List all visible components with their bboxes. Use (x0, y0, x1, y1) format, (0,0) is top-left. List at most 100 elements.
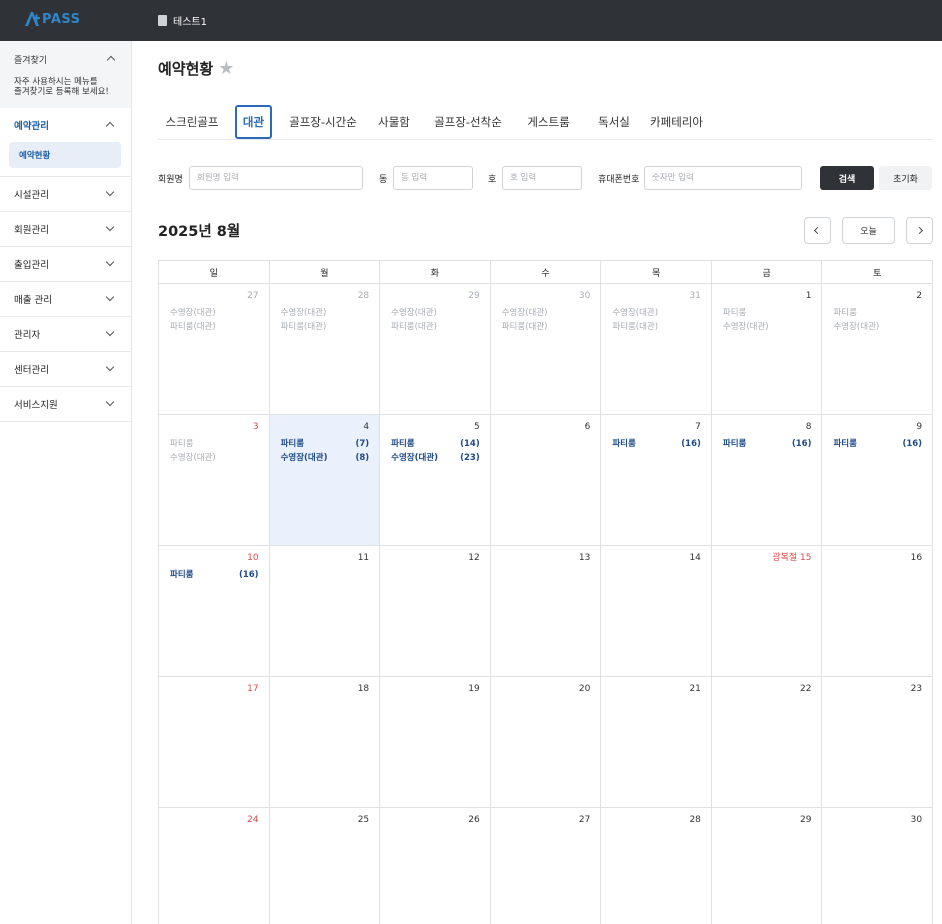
calendar-day[interactable]: 26 (380, 808, 491, 924)
tab[interactable]: 골프장-시간순 (282, 105, 364, 139)
calendar-day[interactable]: 22 (711, 677, 823, 808)
reservation-event[interactable]: 파티룸(대관) (170, 320, 259, 334)
calendar-day[interactable]: 4 파티룸 (7) 수영장(대관) (8) (269, 415, 381, 546)
calendar-day[interactable]: 12 (380, 546, 491, 677)
sidebar-item[interactable]: 센터관리 (0, 352, 131, 386)
star-icon[interactable]: ★ (218, 58, 234, 79)
tab[interactable]: 골프장-선착순 (430, 105, 506, 139)
calendar-day[interactable]: 20 (490, 677, 602, 808)
reservation-event[interactable]: 수영장(대관) (502, 306, 591, 320)
weekday-label: 금 (711, 261, 823, 284)
tab[interactable]: 대관 (235, 105, 272, 139)
reservation-event[interactable]: 파티룸(대관) (391, 320, 480, 334)
calendar-day[interactable]: 29 수영장(대관) 파티룸(대관) (380, 284, 491, 415)
reservation-event[interactable]: 수영장(대관) (391, 306, 480, 320)
sidebar-item[interactable]: 예약관리 (0, 108, 131, 142)
calendar-day[interactable]: 29 (712, 808, 823, 924)
reservation-event[interactable]: 수영장(대관) (170, 451, 259, 465)
calendar-day[interactable]: 24 (159, 808, 270, 924)
reservation-event[interactable]: 수영장(대관) (723, 320, 812, 334)
tab[interactable]: 게스트룸 (523, 105, 574, 139)
reservation-event[interactable]: 파티룸 (16) (833, 437, 922, 451)
reservation-event[interactable]: 파티룸 (170, 437, 259, 451)
reservation-event[interactable]: 파티룸 (7) (281, 437, 370, 451)
sidebar-item[interactable]: 회원관리 (0, 212, 131, 246)
day-number: 29 (468, 291, 480, 301)
calendar-day[interactable]: 6 (490, 415, 602, 546)
calendar-day[interactable]: 2 파티룸 수영장(대관) (822, 284, 934, 415)
reservation-event[interactable]: 수영장(대관) (23) (391, 451, 480, 465)
calendar-day[interactable]: 7 파티룸 (16) (601, 415, 712, 546)
calendar-day[interactable]: 25 (270, 808, 381, 924)
calendar-day[interactable]: 28 수영장(대관) 파티룸(대관) (269, 284, 381, 415)
member-name-input[interactable] (189, 166, 363, 190)
reservation-event[interactable]: 파티룸 (16) (723, 437, 812, 451)
chevron-down-icon (105, 187, 115, 197)
calendar-day[interactable]: 5 파티룸 (14) 수영장(대관) (23) (380, 415, 491, 546)
calendar-day[interactable]: 11 (269, 546, 381, 677)
tab[interactable]: 사물함 (374, 105, 414, 139)
facility-tabs: 스크린골프 대관 골프장-시간순 사물함 골프장-선착순 게스트룸 독서실 카페테리아 (158, 105, 932, 140)
calendar-day[interactable]: 광복절 15 (711, 546, 823, 677)
reset-button[interactable]: 초기화 (879, 166, 932, 190)
calendar-day[interactable]: 14 (601, 546, 712, 677)
calendar-day[interactable]: 18 (269, 677, 381, 808)
today-button[interactable]: 오늘 (842, 217, 895, 244)
day-number: 24 (247, 815, 259, 825)
tab[interactable]: 독서실 (589, 105, 639, 139)
day-number: 19 (468, 684, 480, 694)
tab[interactable]: 스크린골프 (158, 105, 226, 139)
calendar-day[interactable]: 28 (601, 808, 712, 924)
calendar-day[interactable]: 13 (490, 546, 602, 677)
calendar-day[interactable]: 27 수영장(대관) 파티룸(대관) (159, 284, 270, 415)
next-month-button[interactable] (906, 217, 933, 244)
ho-input[interactable] (502, 166, 582, 190)
event-name: 파티룸(대관) (612, 322, 659, 332)
reservation-event[interactable]: 파티룸 (723, 306, 812, 320)
calendar-day[interactable]: 31 수영장(대관) 파티룸(대관) (601, 284, 712, 415)
sidebar-item[interactable]: 서비스지원 (0, 387, 131, 421)
sidebar-subitem[interactable]: 예약현황 (9, 142, 121, 168)
reservation-event[interactable]: 파티룸 (16) (170, 568, 259, 582)
sidebar-menu: 예약관리 예약현황시설관리 회원관리 출입관리 매출 관리 관리자 센터관리 서비스지원 (0, 108, 131, 422)
tab[interactable]: 카페테리아 (648, 105, 705, 139)
sidebar-item[interactable]: 관리자 (0, 317, 131, 351)
search-button[interactable]: 검색 (820, 166, 874, 190)
sidebar-item[interactable]: 출입관리 (0, 247, 131, 281)
app-logo[interactable]: PASS (24, 11, 81, 27)
calendar-day[interactable]: 8 파티룸 (16) (711, 415, 823, 546)
reservation-event[interactable]: 수영장(대관) (281, 306, 370, 320)
calendar-day[interactable]: 17 (159, 677, 270, 808)
reservation-event[interactable]: 파티룸 (14) (391, 437, 480, 451)
calendar-day[interactable]: 27 (491, 808, 602, 924)
reservation-event[interactable]: 파티룸(대관) (612, 320, 701, 334)
calendar-day[interactable]: 23 (822, 677, 934, 808)
reservation-event[interactable]: 파티룸 (833, 306, 922, 320)
calendar-day[interactable]: 16 (822, 546, 934, 677)
event-name: 파티룸 (170, 570, 194, 580)
reservation-event[interactable]: 수영장(대관) (612, 306, 701, 320)
sidebar-item[interactable]: 시설관리 (0, 177, 131, 211)
phone-input[interactable] (644, 166, 802, 190)
reservation-event[interactable]: 수영장(대관) (8) (281, 451, 370, 465)
reservation-event[interactable]: 수영장(대관) (170, 306, 259, 320)
sidebar-group: 서비스지원 (0, 387, 131, 422)
calendar-day[interactable]: 19 (380, 677, 491, 808)
reservation-event[interactable]: 수영장(대관) (833, 320, 922, 334)
calendar-day[interactable]: 10 파티룸 (16) (159, 546, 270, 677)
calendar-day[interactable]: 9 파티룸 (16) (822, 415, 934, 546)
dong-input[interactable] (393, 166, 473, 190)
calendar-day[interactable]: 21 (601, 677, 712, 808)
calendar-day[interactable]: 3 파티룸 수영장(대관) (159, 415, 270, 546)
calendar-day[interactable]: 30 (822, 808, 934, 924)
calendar-day[interactable]: 1 파티룸 수영장(대관) (711, 284, 823, 415)
calendar-day[interactable]: 30 수영장(대관) 파티룸(대관) (490, 284, 602, 415)
reservation-event[interactable]: 파티룸 (16) (612, 437, 701, 451)
day-number: 14 (689, 553, 701, 563)
day-number: 27 (247, 291, 259, 301)
sidebar-item[interactable]: 매출 관리 (0, 282, 131, 316)
reservation-event[interactable]: 파티룸(대관) (281, 320, 370, 334)
reservation-event[interactable]: 파티룸(대관) (502, 320, 591, 334)
day-number: 8 (805, 422, 812, 432)
prev-month-button[interactable] (804, 217, 831, 244)
